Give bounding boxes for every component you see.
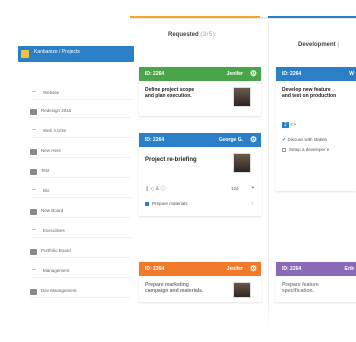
subtask-item[interactable]: ✔ Discuss with stakeh xyxy=(282,137,327,143)
card-id: ID: 2264 xyxy=(282,266,302,272)
subtask-label: Prepare materials xyxy=(152,201,188,206)
card-description: Prepare feature specification. xyxy=(276,276,356,300)
avatar xyxy=(233,153,251,173)
minus-icon[interactable]: − xyxy=(32,127,39,134)
sidebar-header[interactable]: Kanbanize / Projects xyxy=(18,46,134,62)
subtask-item[interactable]: Prepare materials xyxy=(145,201,188,206)
card-days-badge: 12d xyxy=(231,186,239,191)
board-icon xyxy=(30,109,37,115)
card-assignee: Jenifer xyxy=(226,266,243,272)
subtask-icon xyxy=(145,201,149,206)
sidebar-item-redesign[interactable]: Redesign 2015 xyxy=(30,106,130,118)
sidebar-item-test[interactable]: Test xyxy=(30,166,130,178)
card-header: ID: 2264 Erik xyxy=(276,262,356,276)
board-icon xyxy=(30,209,37,215)
sidebar-item-portfolio[interactable]: Portfolio Board xyxy=(30,246,130,258)
task-card[interactable]: ID: 2264 Jenifer ⚙ Define project scope … xyxy=(139,67,261,116)
task-card[interactable]: ID: 2264 Jenifer ⚙ Prepare marketing cam… xyxy=(139,262,261,302)
column-title: Development xyxy=(298,42,336,48)
card-id: ID: 2264 xyxy=(145,266,165,272)
sidebar-item-label: Website xyxy=(43,90,60,95)
arrow-up-icon[interactable]: ↑ xyxy=(251,201,253,206)
card-text: and test on production xyxy=(282,93,337,99)
card-id: ID: 2264 xyxy=(145,137,165,143)
sidebar-header-title: Kanbanize / Projects xyxy=(34,49,80,55)
board-icon xyxy=(30,169,37,175)
task-card[interactable]: ID: 2264 Erik Prepare feature specificat… xyxy=(276,262,356,302)
logo-icon xyxy=(21,50,29,58)
board-icon xyxy=(30,289,37,295)
subtask-label: Discuss with stakeh xyxy=(287,137,327,142)
count-badge: 2 xyxy=(282,122,289,128)
sidebar-group-web[interactable]: − Web 4.0/15 xyxy=(32,126,132,138)
sidebar-item-label: New Here xyxy=(41,148,62,153)
card-assignee: W xyxy=(349,71,354,77)
minus-icon[interactable]: − xyxy=(32,267,39,274)
sidebar-item-label: Test xyxy=(41,168,50,173)
minus-icon[interactable]: − xyxy=(32,187,39,194)
sidebar-item-label: Management xyxy=(43,268,70,273)
sidebar-item-label: New Board xyxy=(41,208,64,213)
card-assignee: Erik xyxy=(344,266,354,272)
card-header: ID: 2264 Jenifer ⚙ xyxy=(139,67,261,81)
sidebar-item-label: Web 4.0/15 xyxy=(43,128,66,133)
column-count: (3/5) xyxy=(200,32,216,38)
column-header-development[interactable]: Development ( xyxy=(298,42,340,48)
column-header-requested[interactable]: Requested (3/5) xyxy=(168,32,215,38)
sidebar-group-website[interactable]: − Website xyxy=(32,88,132,100)
card-header: ID: 2264 Jenifer ⚙ xyxy=(139,262,261,276)
card-id: ID: 2264 xyxy=(145,71,165,77)
board-icon xyxy=(30,149,37,155)
card-footer-icons[interactable]: ❙ ◇ & ⓘ xyxy=(145,185,166,192)
sidebar-item-label: Dev Management xyxy=(41,288,77,293)
board-icon xyxy=(30,249,37,255)
avatar xyxy=(233,282,251,298)
add-icon[interactable]: ✦ xyxy=(251,185,255,191)
task-card[interactable]: ID: 2264 W Develop new feature and test … xyxy=(276,67,356,191)
sidebar-item-new-here[interactable]: New Here xyxy=(30,146,130,158)
sidebar-item-new-board[interactable]: New Board xyxy=(30,206,130,218)
avatar xyxy=(233,87,251,107)
card-header: ID: 2264 George G. ⚙ xyxy=(139,133,261,147)
minus-icon[interactable]: − xyxy=(32,89,39,96)
column-separator xyxy=(268,18,269,338)
card-badges[interactable]: 2 <> xyxy=(282,122,296,128)
sidebar-group-bio[interactable]: − Bio xyxy=(32,186,132,198)
sidebar: Kanbanize / Projects − Website Redesign … xyxy=(12,40,134,325)
column-title: Requested xyxy=(168,32,199,38)
development-column-accent xyxy=(268,16,356,18)
card-text: specification. xyxy=(282,288,314,294)
card-id: ID: 2264 xyxy=(282,71,302,77)
requested-column-accent xyxy=(130,16,260,18)
sidebar-item-label: Bio xyxy=(43,188,50,193)
gear-icon[interactable]: ⚙ xyxy=(250,69,257,78)
gear-icon[interactable]: ⚙ xyxy=(250,264,257,273)
sidebar-item-label: Redesign 2015 xyxy=(41,108,72,113)
card-assignee: Jenifer xyxy=(226,71,243,77)
subtask-label: Setup a developer e xyxy=(289,147,330,152)
sidebar-group-management[interactable]: − Management xyxy=(32,266,132,278)
code-icon: <> xyxy=(290,122,297,128)
sidebar-group-executives[interactable]: − Executives xyxy=(32,226,132,238)
checkbox[interactable] xyxy=(282,147,286,152)
card-header: ID: 2264 W xyxy=(276,67,356,81)
sidebar-item-label: Portfolio Board xyxy=(41,248,71,253)
sidebar-item-label: Executives xyxy=(43,228,65,233)
sidebar-item-dev-management[interactable]: Dev Management xyxy=(30,286,130,298)
bottom-fade xyxy=(130,300,356,342)
minus-icon[interactable]: − xyxy=(32,227,39,234)
card-description: Develop new feature and test on producti… xyxy=(276,81,356,105)
gear-icon[interactable]: ⚙ xyxy=(250,135,257,144)
card-assignee: George G. xyxy=(218,137,243,143)
check-icon: ✔ xyxy=(282,137,287,143)
task-card[interactable]: ID: 2264 George G. ⚙ Project re-briefing… xyxy=(139,133,261,216)
column-count: ( xyxy=(337,42,340,48)
subtask-item[interactable]: Setup a developer e xyxy=(282,147,329,152)
